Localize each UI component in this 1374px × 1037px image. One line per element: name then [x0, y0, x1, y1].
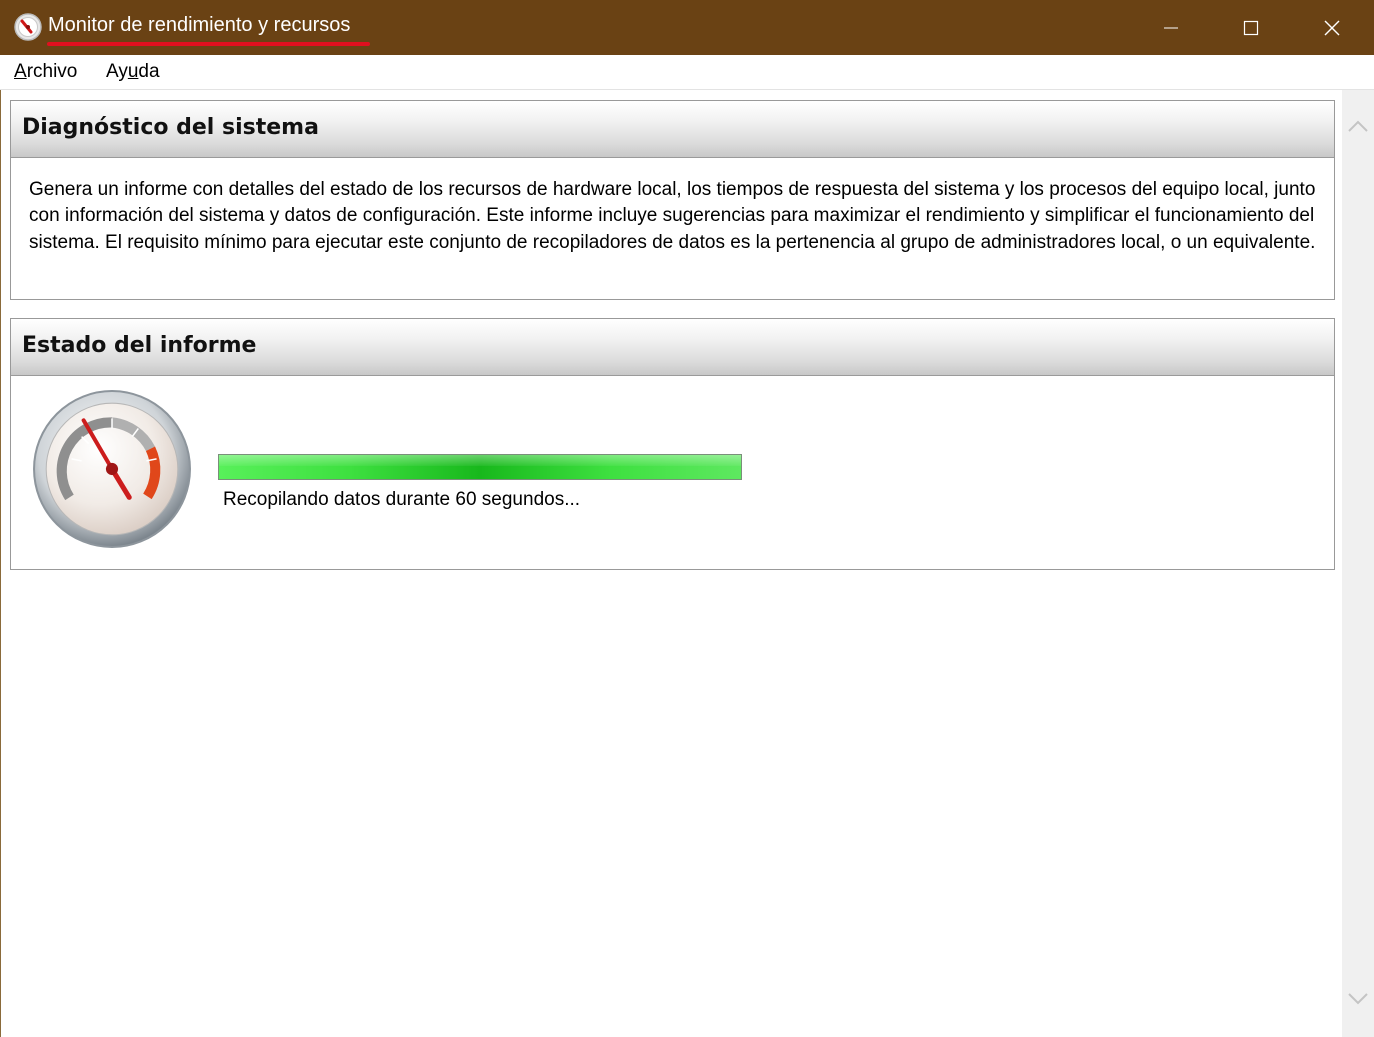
window-title: Monitor de rendimiento y recursos: [48, 14, 351, 36]
estado-panel-title: Estado del informe: [22, 333, 257, 358]
close-icon: [1324, 20, 1340, 35]
diagnostico-description: Genera un informe con detalles del estad…: [29, 179, 1316, 253]
resource-monitor-app-icon[interactable]: [14, 13, 42, 41]
vertical-scrollbar[interactable]: [1342, 90, 1374, 1037]
estado-panel-header: Estado del informe: [11, 319, 1334, 376]
estado-panel: Estado del informe Recopilando datos dur…: [10, 318, 1335, 570]
title-bar: Monitor de rendimiento y recursos: [0, 0, 1374, 55]
close-button[interactable]: [1292, 0, 1372, 55]
minimize-icon: [1164, 27, 1178, 28]
report-progress-fill: [219, 455, 741, 479]
maximize-button[interactable]: [1211, 0, 1291, 55]
maximize-icon: [1243, 20, 1259, 35]
window-left-border: [0, 90, 1, 1037]
scroll-up-arrow-icon[interactable]: [1347, 116, 1369, 138]
title-highlight-underline: [47, 42, 370, 46]
menu-bar: Archivo Ayuda: [0, 55, 1374, 90]
estado-panel-body: Recopilando datos durante 60 segundos...: [11, 376, 1334, 568]
diagnostico-panel-title: Diagnóstico del sistema: [22, 115, 319, 140]
performance-gauge-icon: [33, 390, 191, 548]
menu-ayuda[interactable]: Ayuda: [106, 61, 160, 83]
diagnostico-panel: Diagnóstico del sistema Genera un inform…: [10, 100, 1335, 300]
scroll-down-arrow-icon[interactable]: [1347, 987, 1369, 1009]
menu-archivo[interactable]: Archivo: [14, 61, 77, 83]
report-progress-bar: [218, 454, 742, 480]
minimize-button[interactable]: [1131, 0, 1211, 55]
report-status-text: Recopilando datos durante 60 segundos...: [223, 489, 581, 510]
diagnostico-panel-header: Diagnóstico del sistema: [11, 101, 1334, 158]
